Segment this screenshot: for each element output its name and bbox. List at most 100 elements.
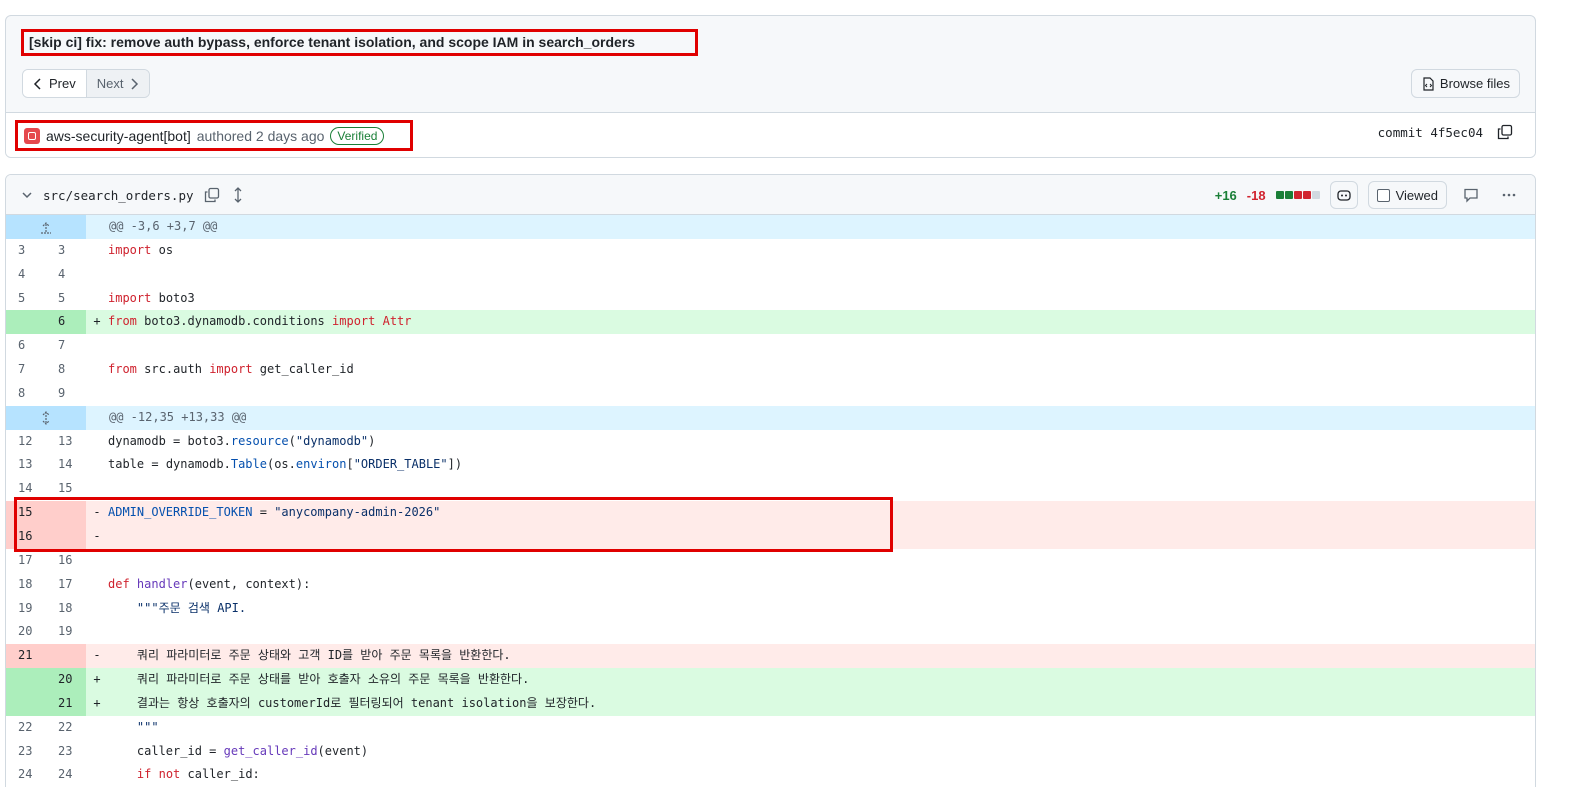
old-line-number[interactable]: 4 <box>6 263 46 287</box>
old-line-number[interactable]: 22 <box>6 716 46 740</box>
diff-line: 18 17 def handler(event, context): <box>6 573 1535 597</box>
new-line-number[interactable]: 23 <box>46 740 86 764</box>
old-line-number[interactable]: 3 <box>6 239 46 263</box>
file-path[interactable]: src/search_orders.py <box>43 188 194 203</box>
next-label: Next <box>96 76 124 91</box>
old-line-number[interactable]: 8 <box>6 382 46 406</box>
old-line-number[interactable] <box>6 310 46 335</box>
new-line-number[interactable]: 5 <box>46 287 86 311</box>
old-line-number[interactable]: 14 <box>6 477 46 501</box>
copilot-button[interactable] <box>1329 181 1358 209</box>
new-line-number[interactable]: 22 <box>46 716 86 740</box>
copy-icon[interactable] <box>1497 124 1513 140</box>
diff-line: 7 8 from src.auth import get_caller_id <box>6 358 1535 382</box>
old-line-number[interactable] <box>6 691 46 716</box>
verified-badge[interactable]: Verified <box>330 126 385 145</box>
old-line-number[interactable]: 21 <box>6 644 46 669</box>
code-text: ADMIN_OVERRIDE_TOKEN = "anycompany-admin… <box>108 505 441 520</box>
code-text: dynamodb = boto3.resource("dynamodb") <box>108 433 376 448</box>
diff-sign <box>86 358 108 382</box>
diff-line: 14 15 <box>6 477 1535 501</box>
old-line-number[interactable]: 7 <box>6 358 46 382</box>
new-line-number[interactable]: 9 <box>46 382 86 406</box>
new-line-number[interactable]: 15 <box>46 477 86 501</box>
new-line-number[interactable]: 16 <box>46 549 86 573</box>
diff-sign <box>86 287 108 311</box>
viewed-toggle[interactable]: Viewed <box>1367 181 1447 209</box>
unfold-icon <box>42 410 50 425</box>
diff-sign <box>86 453 108 477</box>
prev-button[interactable]: Prev <box>23 70 87 97</box>
new-line-number[interactable]: 14 <box>46 453 86 477</box>
new-line-number[interactable]: 13 <box>46 430 86 454</box>
author-name[interactable]: aws-security-agent[bot] <box>46 128 191 144</box>
diff-line-removed: 15 - ADMIN_OVERRIDE_TOKEN = "anycompany-ad… <box>6 501 1535 525</box>
new-line-number[interactable]: 4 <box>46 263 86 287</box>
diff-sign <box>86 430 108 454</box>
diff-sign: + <box>93 672 101 687</box>
browse-files-button[interactable]: Browse files <box>1410 69 1520 98</box>
old-line-number[interactable]: 5 <box>6 287 46 311</box>
expand-both-button[interactable] <box>6 405 86 430</box>
next-button[interactable]: Next <box>86 70 150 97</box>
new-line-number[interactable] <box>46 644 86 669</box>
new-line-number[interactable]: 6 <box>46 310 86 335</box>
comment-button[interactable] <box>1457 181 1485 209</box>
new-line-number[interactable]: 18 <box>46 597 86 621</box>
chevron-right-icon <box>131 77 139 90</box>
code-text: import boto3 <box>108 290 195 305</box>
old-line-number[interactable]: 24 <box>6 763 46 787</box>
new-line-number[interactable] <box>46 524 86 549</box>
old-line-number[interactable]: 12 <box>6 430 46 454</box>
kebab-horizontal-icon <box>1502 193 1516 197</box>
new-line-number[interactable]: 21 <box>46 691 86 716</box>
chevron-down-icon[interactable] <box>21 189 33 201</box>
diff-sign: + <box>93 314 101 329</box>
diff-sign: - <box>93 528 101 543</box>
diff-line: 13 14 table = dynamodb.Table(os.environ["O… <box>6 453 1535 477</box>
old-line-number[interactable]: 17 <box>6 549 46 573</box>
commit-sha: commit 4f5ec04 <box>1378 124 1513 140</box>
code-text: """ <box>136 719 159 734</box>
viewed-checkbox[interactable] <box>1376 188 1390 202</box>
diff-line-removed: 21 - 쿼리 파라미터로 주문 상태와 고객 ID를 받아 주문 목록을 반환한… <box>6 644 1535 669</box>
author-info: aws-security-agent[bot] authored 2 days … <box>15 120 413 151</box>
old-line-number[interactable]: 13 <box>6 453 46 477</box>
code-text: 쿼리 파라미터로 주문 상태를 받아 호출자 소유의 주문 목록을 반환한다. <box>108 672 530 687</box>
diff-line: 89 <box>6 382 1535 406</box>
old-line-number[interactable]: 20 <box>6 620 46 644</box>
diff-sign <box>86 716 108 740</box>
diff-sign <box>86 763 108 787</box>
new-line-number[interactable]: 3 <box>46 239 86 263</box>
old-line-number[interactable]: 18 <box>6 573 46 597</box>
expand-all-icon[interactable] <box>230 187 246 203</box>
diff-sign <box>86 263 108 287</box>
old-line-number[interactable]: 6 <box>6 334 46 358</box>
old-line-number[interactable]: 19 <box>6 597 46 621</box>
hunk-header: @@ -3,6 +3,7 @@ <box>6 215 1535 239</box>
new-line-number[interactable]: 7 <box>46 334 86 358</box>
new-line-number[interactable]: 17 <box>46 573 86 597</box>
new-line-number[interactable]: 8 <box>46 358 86 382</box>
avatar[interactable] <box>24 127 40 144</box>
author-row: aws-security-agent[bot] authored 2 days … <box>6 112 1535 157</box>
old-line-number[interactable]: 15 <box>6 501 46 525</box>
new-line-number[interactable]: 20 <box>46 668 86 692</box>
new-line-number[interactable]: 19 <box>46 620 86 644</box>
new-line-number[interactable] <box>46 501 86 525</box>
diff-sign <box>86 549 108 573</box>
old-line-number[interactable]: 23 <box>6 740 46 764</box>
commit-title: [skip ci] fix: remove auth bypass, enfor… <box>21 29 698 56</box>
more-options-button[interactable] <box>1495 181 1523 209</box>
diff-line: 67 <box>6 334 1535 358</box>
old-line-number[interactable]: 16 <box>6 524 46 549</box>
old-line-number[interactable] <box>6 668 46 692</box>
code-text: 쿼리 파라미터로 주문 상태와 고객 ID를 받아 주문 목록을 반환한다. <box>108 648 511 663</box>
copy-path-icon[interactable] <box>204 187 220 203</box>
expand-up-button[interactable] <box>6 215 86 239</box>
new-line-number[interactable]: 24 <box>46 763 86 787</box>
